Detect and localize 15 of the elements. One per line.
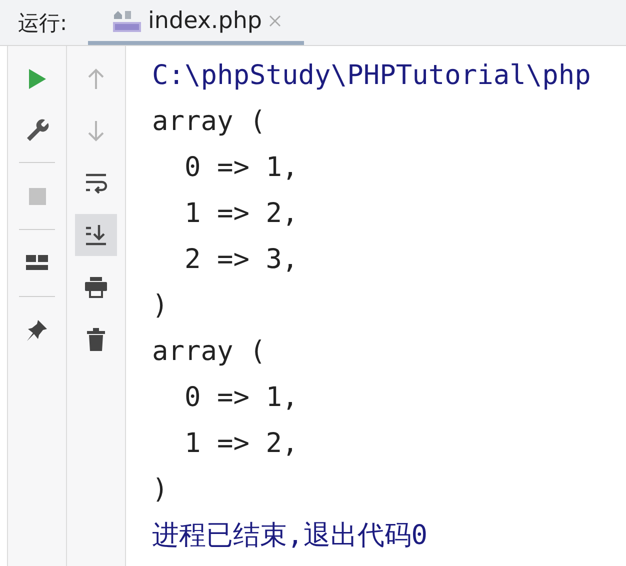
console-output: array ( xyxy=(152,335,267,369)
console-output: ) xyxy=(152,473,170,507)
file-tab[interactable]: index.php xyxy=(88,0,304,45)
console-message: C:\phpStudy\PHPTutorial\php xyxy=(152,59,592,93)
console-message: 进程已结束,退出代码0 xyxy=(152,519,429,553)
php-file-icon xyxy=(112,8,142,32)
console-output: 0 => 1, xyxy=(184,151,300,185)
console-output: 2 => 3, xyxy=(184,243,300,277)
run-label: 运行: xyxy=(17,10,68,36)
console-output: 1 => 2, xyxy=(184,197,300,231)
console-output: array ( xyxy=(152,105,267,139)
console-output: ) xyxy=(152,289,170,323)
console-output: 0 => 1, xyxy=(184,381,300,415)
scroll-to-end-icon[interactable] xyxy=(75,214,117,256)
console-output: 1 => 2, xyxy=(184,427,300,461)
